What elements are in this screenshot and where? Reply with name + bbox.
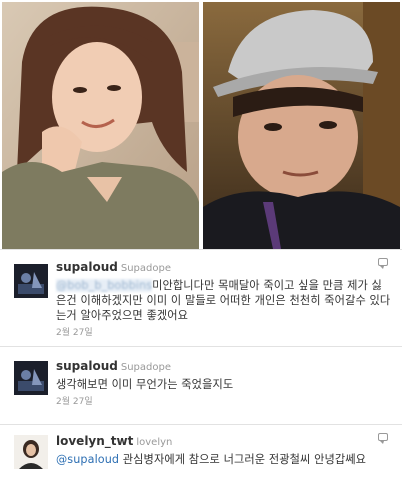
tweet-text: @bob_b_bobbins미안합니다만 목매달아 죽이고 싶을 만큼 제가 싫… [56, 278, 392, 323]
avatar[interactable] [14, 264, 48, 298]
tweet-text: @supaloud 관심병자에게 참으로 너그러운 전광철씨 안녕갑쎄요 [56, 452, 392, 467]
username[interactable]: supaloud [56, 260, 118, 274]
avatar[interactable] [14, 435, 48, 469]
username[interactable]: supaloud [56, 359, 118, 373]
photo-strip [0, 0, 402, 249]
tweet-content: 관심병자에게 참으로 너그러운 전광철씨 안녕갑쎄요 [122, 453, 367, 466]
tweet: supaloud Supadope @bob_b_bobbins미안합니다만 목매… [0, 249, 402, 341]
woman-portrait-photo [2, 2, 199, 249]
fullname: Supadope [120, 263, 172, 274]
avatar[interactable] [14, 361, 48, 395]
tweet-date[interactable]: 2월 27일 [56, 394, 392, 407]
fullname: Supadope [120, 362, 172, 373]
tweet: supaloud Supadope 생각해보면 이미 무언가는 죽었을지도 2월 … [0, 346, 402, 408]
tweet-date[interactable]: 2월 27일 [56, 325, 392, 338]
fullname: lovelyn [136, 437, 173, 448]
man-portrait-photo [203, 2, 400, 249]
mention-link[interactable]: @bob_b_bobbins [56, 279, 153, 292]
mention-link[interactable]: @supaloud [56, 453, 119, 466]
tweet: lovelyn_twt lovelyn @supaloud 관심병자에게 참으로 … [0, 424, 402, 479]
tweet-text: 생각해보면 이미 무언가는 죽었을지도 [56, 378, 234, 391]
username[interactable]: lovelyn_twt [56, 434, 133, 448]
reply-icon[interactable] [378, 258, 388, 269]
reply-icon[interactable] [378, 433, 388, 444]
